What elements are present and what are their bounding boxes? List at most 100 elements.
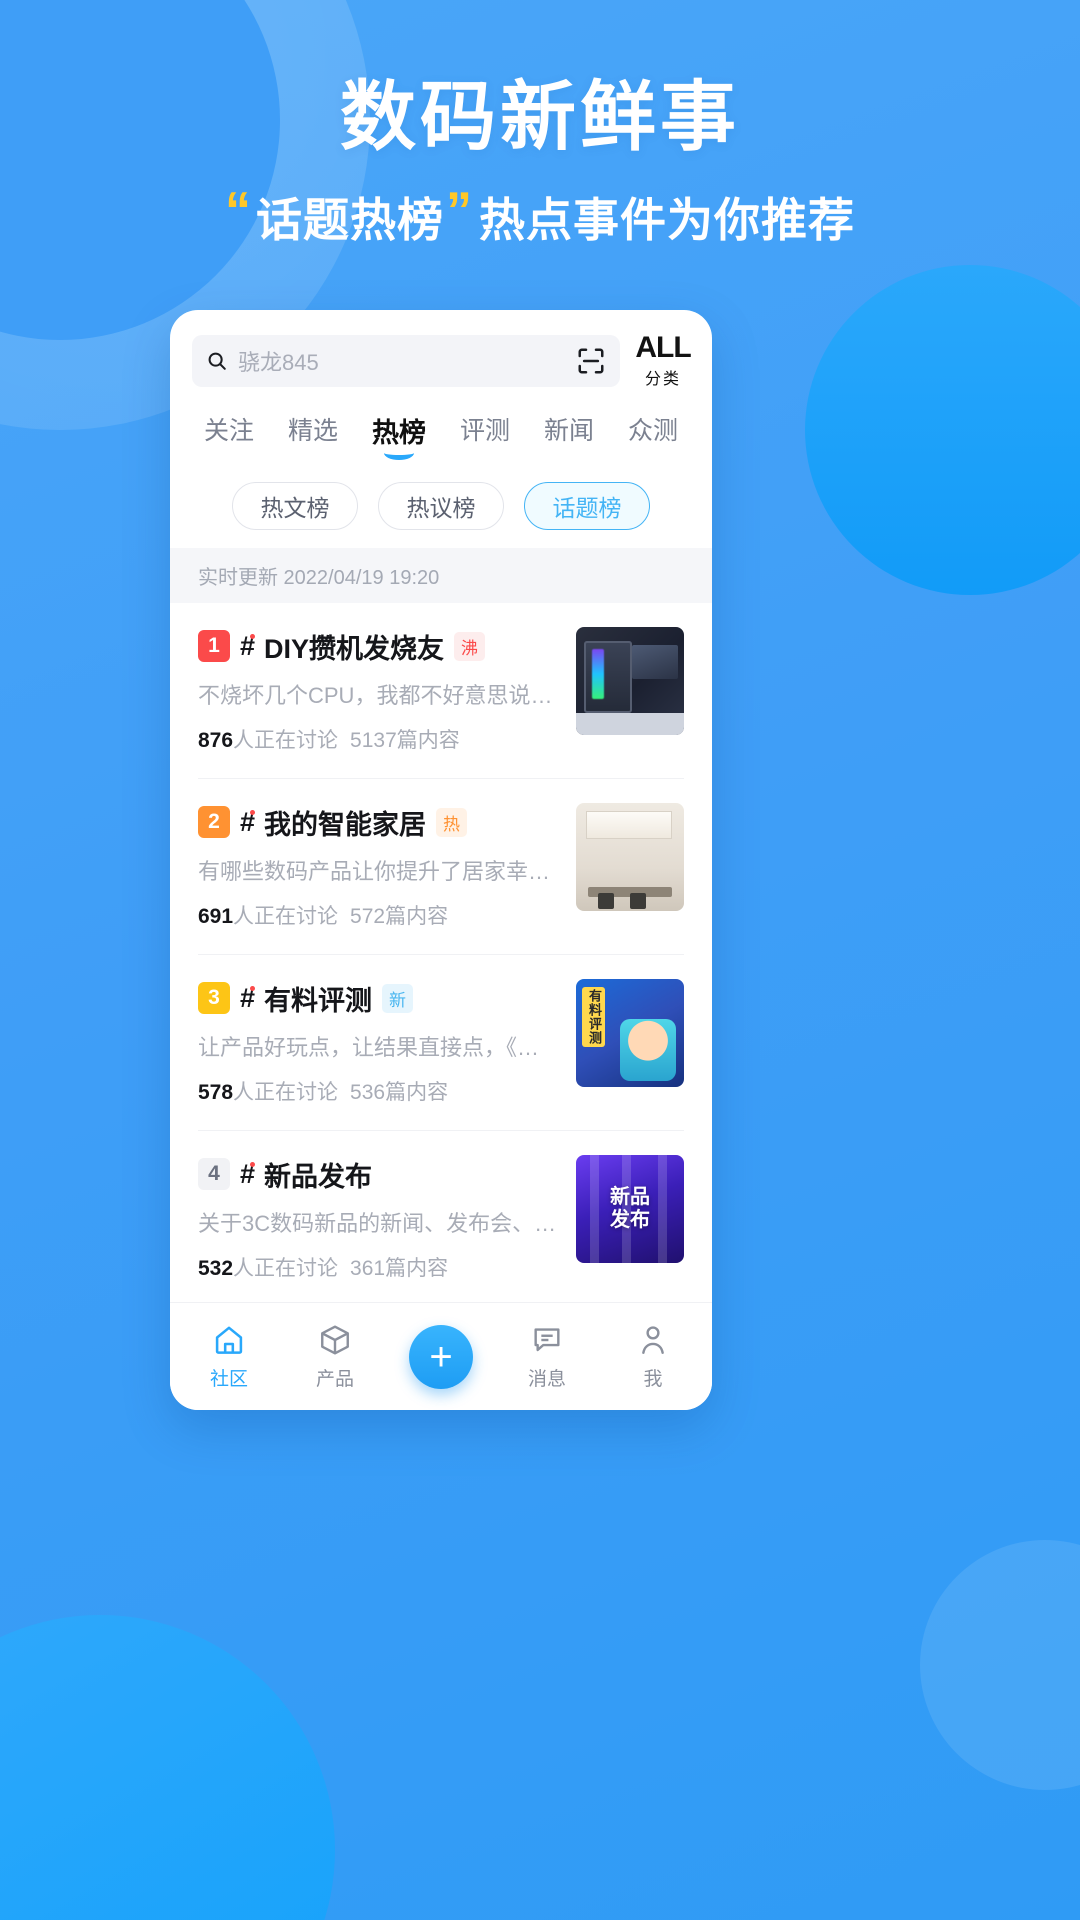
tab-guanzhu[interactable]: 关注 (204, 411, 254, 462)
topic-stats: 578人正在讨论 536篇内容 (198, 1076, 560, 1106)
discussing-label: 人正在讨论 (233, 1080, 339, 1104)
content-count: 572篇内容 (350, 904, 449, 928)
bg-circle-right (805, 265, 1080, 595)
topic-thumbnail[interactable]: 新品 发布 (576, 1154, 684, 1263)
status-badge: 新 (382, 983, 414, 1013)
bg-circle-bottom-left (0, 1615, 335, 1920)
chip-hotyi[interactable]: 热议榜 (378, 481, 504, 530)
subtitle-rest-text: 热点事件为你推荐 (479, 193, 855, 246)
bg-circle-bottom-right (920, 1540, 1080, 1790)
discussing-label: 人正在讨论 (233, 1256, 339, 1280)
tab-rebang[interactable]: 热榜 (372, 411, 426, 462)
tab-zhongce[interactable]: 众测 (628, 411, 678, 462)
hash-icon: # (240, 982, 256, 1013)
discussing-label: 人正在讨论 (233, 904, 339, 928)
discussing-label: 人正在讨论 (233, 728, 339, 752)
tab-jingxuan[interactable]: 精选 (288, 411, 338, 462)
topic-list: 1 # DIY攒机发烧友 沸 不烧坏几个CPU，我都不好意思说自… 876人正在… (170, 603, 712, 1303)
nav-label: 产品 (315, 1368, 354, 1390)
list-item[interactable]: 4 # 新品发布 关于3C数码新品的新闻、发布会、导… 532人正在讨论 361篇… (198, 1131, 684, 1303)
publish-fab-button[interactable]: + (409, 1324, 473, 1389)
plus-icon: + (429, 1334, 453, 1379)
topic-title: 我的智能家居 (264, 809, 427, 840)
all-sub-label: 分类 (644, 370, 681, 388)
topic-description: 让产品好玩点，让结果直接点，《有料… (198, 1034, 560, 1060)
topic-thumbnail[interactable]: 有料评测 (576, 978, 684, 1087)
page-title: 数码新鲜事 (340, 75, 740, 160)
nav-item-publish[interactable]: + (388, 1324, 494, 1389)
rank-badge: 3 (198, 982, 230, 1014)
content-count: 536篇内容 (350, 1080, 449, 1104)
phone-mockup: 骁龙845 ALL 分类 关注 精选 热榜 评测 新闻 众测 热文榜 热议榜 话… (170, 310, 712, 1410)
rank-badge: 1 (198, 630, 230, 662)
nav-item-products[interactable]: 产品 (282, 1323, 388, 1391)
tab-xinwen[interactable]: 新闻 (544, 411, 594, 462)
search-input[interactable]: 骁龙845 (192, 335, 620, 388)
list-item-content: 4 # 新品发布 关于3C数码新品的新闻、发布会、导… 532人正在讨论 361篇… (198, 1155, 560, 1282)
topic-description: 有哪些数码产品让你提升了居家幸福指… (198, 858, 560, 884)
scan-icon[interactable] (576, 346, 606, 376)
thumbnail-label: 新品 发布 (610, 1185, 650, 1231)
discussing-count: 691 (198, 904, 234, 928)
bottom-navigation: 社区 产品 + 消息 我 (170, 1302, 712, 1410)
hash-icon: # (240, 630, 256, 661)
list-item-title-line: 2 # 我的智能家居 热 (198, 803, 560, 842)
list-item-title-line: 1 # DIY攒机发烧友 沸 (198, 627, 560, 666)
nav-item-community[interactable]: 社区 (176, 1323, 282, 1391)
topic-title: 新品发布 (264, 1161, 373, 1192)
topic-stats: 691人正在讨论 572篇内容 (198, 900, 560, 930)
tab-pingce[interactable]: 评测 (460, 411, 510, 462)
thumbnail-label: 有料评测 (582, 986, 605, 1047)
search-icon (208, 352, 226, 371)
topic-stats: 532人正在讨论 361篇内容 (198, 1252, 560, 1282)
discussing-count: 876 (198, 728, 234, 752)
message-icon (534, 1327, 560, 1351)
topic-description: 不烧坏几个CPU，我都不好意思说自… (198, 682, 560, 708)
list-item[interactable]: 3 # 有料评测 新 让产品好玩点，让结果直接点，《有料… 578人正在讨论 53… (198, 955, 684, 1131)
nav-item-messages[interactable]: 消息 (494, 1323, 600, 1391)
hash-icon: # (240, 1158, 256, 1189)
content-count: 5137篇内容 (350, 728, 460, 752)
topic-stats: 876人正在讨论 5137篇内容 (198, 724, 560, 754)
list-item-title-line: 4 # 新品发布 (198, 1155, 560, 1194)
rank-badge: 2 (198, 806, 230, 838)
all-label: ALL (635, 331, 691, 364)
quote-close-icon: ” (446, 181, 473, 240)
topic-title: 有料评测 (264, 985, 373, 1016)
nav-label: 社区 (209, 1368, 248, 1390)
home-icon (215, 1326, 243, 1354)
nav-label: 我 (643, 1368, 663, 1390)
chip-huati[interactable]: 话题榜 (524, 481, 650, 530)
content-count: 361篇内容 (350, 1256, 449, 1280)
search-row: 骁龙845 ALL 分类 (170, 310, 712, 403)
filter-chips: 热文榜 热议榜 话题榜 (170, 466, 712, 548)
nav-item-profile[interactable]: 我 (600, 1323, 706, 1391)
person-icon (642, 1325, 664, 1354)
topic-thumbnail[interactable] (576, 626, 684, 735)
list-item[interactable]: 2 # 我的智能家居 热 有哪些数码产品让你提升了居家幸福指… 691人正在讨论… (198, 779, 684, 955)
all-category-button[interactable]: ALL 分类 (634, 331, 692, 389)
page-subtitle: “ 话题热榜 ” 热点事件为你推荐 (0, 184, 1080, 250)
status-badge: 热 (436, 807, 468, 837)
list-item-content: 1 # DIY攒机发烧友 沸 不烧坏几个CPU，我都不好意思说自… 876人正在… (198, 627, 560, 754)
realtime-update-bar: 实时更新 2022/04/19 19:20 (170, 547, 712, 603)
quote-open-icon: “ (225, 181, 252, 240)
list-item[interactable]: 1 # DIY攒机发烧友 沸 不烧坏几个CPU，我都不好意思说自… 876人正在… (198, 603, 684, 779)
nav-label: 消息 (527, 1368, 566, 1390)
status-badge: 沸 (454, 631, 486, 661)
topic-description: 关于3C数码新品的新闻、发布会、导… (198, 1210, 560, 1236)
hero-header: 数码新鲜事 “ 话题热榜 ” 热点事件为你推荐 (0, 0, 1080, 250)
discussing-count: 578 (198, 1080, 234, 1104)
chip-hotwen[interactable]: 热文榜 (232, 481, 358, 530)
topic-title: DIY攒机发烧友 (264, 633, 445, 664)
list-item-content: 2 # 我的智能家居 热 有哪些数码产品让你提升了居家幸福指… 691人正在讨论… (198, 803, 560, 930)
subtitle-quoted-text: 话题热榜 (256, 193, 444, 246)
hash-icon: # (240, 806, 256, 837)
topic-thumbnail[interactable] (576, 802, 684, 911)
list-item-title-line: 3 # 有料评测 新 (198, 979, 560, 1018)
cube-icon (321, 1324, 349, 1355)
list-item-content: 3 # 有料评测 新 让产品好玩点，让结果直接点，《有料… 578人正在讨论 53… (198, 979, 560, 1106)
discussing-count: 532 (198, 1256, 234, 1280)
rank-badge: 4 (198, 1158, 230, 1190)
category-tabs: 关注 精选 热榜 评测 新闻 众测 (170, 403, 712, 466)
